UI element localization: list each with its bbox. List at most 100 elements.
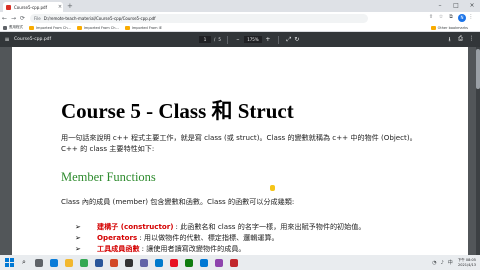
more-options-icon[interactable]: ⋮ — [466, 35, 477, 45]
fit-page-icon[interactable]: ⤢ — [285, 36, 293, 44]
rotate-icon[interactable]: ↻ — [293, 36, 301, 43]
browser-toolbar: ← → ⟳ File D:/remote-teach-material/Cour… — [0, 12, 480, 24]
task-view-icon — [35, 258, 43, 267]
pdf-file-name: Course5-cpp.pdf — [14, 37, 52, 42]
terminal-taskbar-button[interactable] — [122, 256, 136, 269]
photos-taskbar-button[interactable] — [212, 256, 226, 269]
scrollbar-thumb[interactable] — [476, 49, 480, 89]
bookmark-label: 應用程式 — [9, 25, 23, 29]
bookmark-item[interactable]: Imported From IE — [124, 25, 162, 30]
back-button[interactable]: ← — [0, 15, 9, 22]
star-icon[interactable]: ☆ — [436, 14, 446, 22]
bullet-description: : 讓使用者讀寫改變物件的成員。 — [141, 243, 246, 253]
minimize-button[interactable]: – — [432, 0, 448, 12]
new-tab-button[interactable]: + — [67, 2, 73, 10]
clock-date: 2021/4/13 — [458, 262, 476, 267]
current-page-input[interactable]: 1 — [199, 36, 211, 43]
app-icon — [185, 258, 193, 267]
other-bookmarks[interactable]: Other bookmarks — [430, 26, 468, 30]
total-pages: 5 — [218, 37, 221, 42]
toolbar-icons: ⇪ ☆ ⧉ N ⋮ — [426, 14, 476, 22]
zoom-in-button[interactable]: + — [264, 36, 272, 43]
browser-tab[interactable]: Course5-cpp.pdf × — [3, 2, 63, 12]
folder-icon — [76, 25, 82, 30]
file-explorer-taskbar-button[interactable] — [62, 256, 76, 269]
edge-icon — [50, 258, 58, 267]
reload-button[interactable]: ⟳ — [18, 15, 27, 22]
folder-icon — [430, 26, 436, 30]
profile-avatar[interactable]: N — [458, 14, 466, 22]
chrome-taskbar-button[interactable] — [77, 256, 91, 269]
folder-icon — [29, 25, 34, 30]
intro-paragraph: 用一句話來說明 c++ 程式主要工作，就是寫 class (或 struct)。… — [61, 133, 417, 153]
powerpoint-taskbar-button[interactable] — [107, 256, 121, 269]
search-button[interactable]: ⌕ — [17, 256, 31, 269]
bullet-description: : 此函數名和 class 的名字一樣，用來出賦予物件的初始值。 — [175, 221, 366, 231]
toolbar-divider — [226, 35, 228, 44]
tab-title: Course5-cpp.pdf — [14, 4, 47, 10]
page-selector: 1 / 5 — [199, 36, 221, 43]
vscode-taskbar-button[interactable] — [152, 256, 166, 269]
zoom-level-input[interactable]: 175% — [243, 36, 262, 43]
url-text[interactable]: D:/remote-teach-material/Course5-cpp/Cou… — [44, 16, 156, 21]
task-view-taskbar-button[interactable] — [32, 256, 46, 269]
close-window-button[interactable]: × — [464, 0, 480, 12]
bookmark-label: Imported From Ch... — [36, 25, 71, 30]
chrome-icon — [80, 258, 88, 267]
section-paragraph: Class 內的成員 (member) 包含變數和函數。Class 的函數可以分… — [61, 197, 295, 206]
terminal-icon — [125, 258, 133, 267]
forward-button[interactable]: → — [9, 15, 18, 22]
volume-icon[interactable]: ♪ — [441, 260, 444, 266]
window-controls: – □ × — [432, 0, 480, 12]
windows-logo-icon — [4, 258, 14, 267]
arrow-bullet-icon: ➢ — [75, 233, 81, 242]
address-bar[interactable]: File D:/remote-teach-material/Course5-cp… — [30, 13, 368, 23]
maximize-button[interactable]: □ — [448, 0, 464, 12]
bookmark-label: Imported From Ch... — [83, 25, 119, 30]
tab-strip: Course5-cpp.pdf × + – □ × — [0, 0, 480, 12]
word-taskbar-button[interactable] — [92, 256, 106, 269]
clock-time: 下午 08:05 — [457, 258, 476, 262]
paint-taskbar-button[interactable] — [167, 256, 181, 269]
arrow-bullet-icon: ➢ — [75, 222, 81, 231]
pdf-toolbar: ≡ Course5-cpp.pdf 1 / 5 – 175% + ⤢ ↻ ⭳ ⎙… — [0, 32, 480, 47]
pdf-viewport[interactable]: Course 5 - Class 和 Struct 用一句話來說明 c++ 程式… — [0, 47, 480, 255]
edge-taskbar-button[interactable] — [47, 256, 61, 269]
other-bookmarks-label: Other bookmarks — [437, 26, 468, 30]
bookmark-item[interactable]: 應用程式 — [3, 25, 23, 30]
system-tray: ◔ ♪ 中 下午 08:05 2021/4/13 — [428, 258, 476, 267]
browser-menu-icon[interactable]: ⋮ — [466, 14, 476, 22]
list-item: ➢ Operators : 用以做物件的代數、標定指標、邏輯運算。 — [75, 232, 365, 243]
taskbar-apps — [32, 256, 242, 269]
start-button[interactable] — [2, 256, 16, 269]
ime-indicator[interactable]: 中 — [448, 259, 453, 266]
extensions-icon[interactable]: ⧉ — [446, 14, 456, 22]
file-scheme-label: File — [34, 15, 41, 21]
file-explorer-icon — [65, 258, 73, 267]
app-taskbar-button[interactable] — [182, 256, 196, 269]
zoom-out-button[interactable]: – — [234, 36, 242, 43]
bookmark-label: Imported From IE — [131, 25, 162, 30]
teams-taskbar-button[interactable] — [137, 256, 151, 269]
tab-close-icon[interactable]: × — [57, 4, 63, 10]
powerpoint-icon — [110, 258, 118, 267]
pdf-page: Course 5 - Class 和 Struct 用一句話來說明 c++ 程式… — [12, 47, 468, 255]
pdf-icon — [230, 258, 238, 267]
hamburger-menu-icon[interactable]: ≡ — [0, 36, 14, 43]
apps-icon — [3, 25, 7, 30]
bookmark-item[interactable]: Imported From Ch... — [76, 25, 119, 30]
vertical-scrollbar[interactable] — [476, 47, 480, 255]
print-icon[interactable]: ⎙ — [455, 35, 466, 45]
clock[interactable]: 下午 08:05 2021/4/13 — [458, 258, 476, 267]
list-item: ➢ 建構子 (constructor) : 此函數名和 class 的名字一樣，… — [75, 221, 365, 232]
word-icon — [95, 258, 103, 267]
section-heading: Member Functions — [61, 170, 156, 184]
share-icon[interactable]: ⇪ — [426, 14, 436, 22]
bullet-term: 建構子 (constructor) — [97, 221, 174, 231]
pdf-taskbar-button[interactable] — [227, 256, 241, 269]
mail-taskbar-button[interactable] — [197, 256, 211, 269]
download-icon[interactable]: ⭳ — [444, 35, 455, 45]
teams-icon — [140, 258, 148, 267]
bookmark-item[interactable]: Imported From Ch... — [29, 25, 71, 30]
wifi-icon[interactable]: ◔ — [432, 260, 436, 266]
